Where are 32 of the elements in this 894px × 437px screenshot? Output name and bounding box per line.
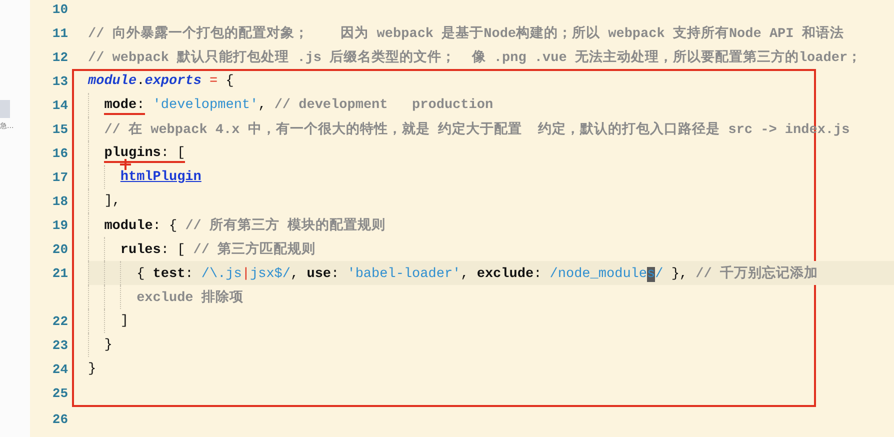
- line-number: 26: [51, 412, 69, 426]
- code-line: mode: 'development', // development production: [104, 98, 494, 112]
- line-number: 22: [51, 314, 69, 328]
- code-line: }: [104, 338, 112, 352]
- code-line: htmlPlugin: [120, 170, 202, 184]
- line-number: 17: [51, 170, 69, 184]
- code-line: ]: [120, 314, 128, 328]
- code-line: plugins: [: [104, 146, 186, 160]
- code-line: // 向外暴露一个打包的配置对象； 因为 webpack 是基于Node构建的；所以 webpack 支持所有Node API 和语法: [88, 24, 844, 42]
- line-number: 20: [51, 242, 69, 256]
- line-number: 11: [51, 26, 69, 40]
- line-number: 19: [51, 218, 69, 232]
- line-number: 21: [51, 266, 69, 280]
- code-line: // webpack 默认只能打包处理 .js 后缀名类型的文件； 像 .png .vue 无法主动处理，所以要配置第三方的loader；: [88, 48, 862, 66]
- line-number: 10: [51, 2, 69, 16]
- line-number: 15: [51, 122, 69, 136]
- code-line: }: [88, 362, 96, 376]
- line-number: 23: [51, 338, 69, 352]
- line-number: 14: [51, 98, 69, 112]
- sidebar-item[interactable]: [0, 100, 10, 118]
- code-line: ],: [104, 194, 120, 208]
- code-line: exclude 排除项: [136, 288, 244, 306]
- line-number: 25: [51, 386, 69, 400]
- code-line: module.exports = {: [88, 74, 234, 88]
- line-number: 18: [51, 194, 69, 208]
- code-line: module: { // 所有第三方 模块的配置规则: [104, 216, 386, 234]
- code-line: { test: /\.js|jsx$/, use: 'babel-loader', exclude: /node_modules/ }, // 千万别忘记添加: [136, 264, 818, 282]
- line-number: 12: [51, 50, 69, 64]
- line-number: 24: [51, 362, 69, 376]
- line-number: 13: [51, 74, 69, 88]
- code-line: rules: [ // 第三方匹配规则: [120, 240, 316, 258]
- line-number: 16: [51, 146, 69, 160]
